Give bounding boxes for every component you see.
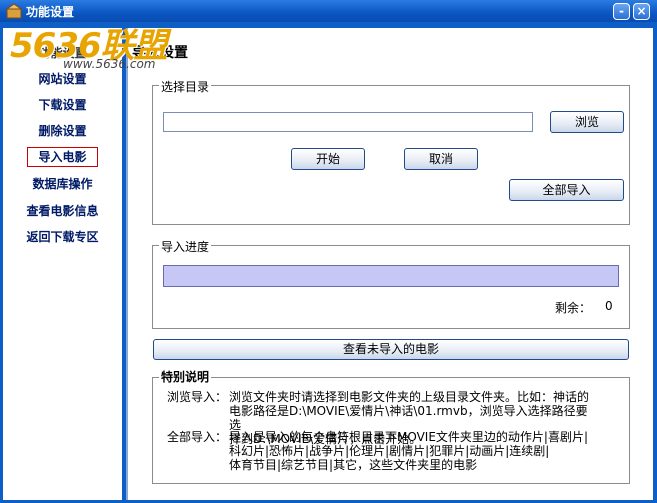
window-title: 功能设置 <box>26 5 75 19</box>
import-progress-group: 导入进度 剩余： 0 <box>152 238 630 329</box>
remaining-label: 剩余： <box>555 301 592 315</box>
view-unimported-movies-button[interactable]: 查看未导入的电影 <box>153 339 629 360</box>
sidebar-item-back-to-downloads[interactable]: 返回下载专区 <box>3 228 122 245</box>
select-directory-group: 选择目录 浏览 开始 取消 全部导入 <box>152 78 630 225</box>
minimize-button[interactable]: - <box>613 3 630 20</box>
special-notes-legend: 特别说明 <box>159 370 212 384</box>
remaining-value: 0 <box>605 299 613 313</box>
main-panel: 导入设置 选择目录 浏览 开始 取消 全部导入 导入进度 剩余： 0 查看未导入… <box>126 28 653 500</box>
start-button[interactable]: 开始 <box>291 148 365 170</box>
sidebar-item-website-settings[interactable]: 网站设置 <box>3 70 122 87</box>
sidebar-header: 功能设置 <box>38 46 87 60</box>
sidebar-item-view-movie-info[interactable]: 查看电影信息 <box>3 202 122 219</box>
special-notes-group: 特别说明 浏览导入： 浏览文件夹时请选择到电影文件夹的上级目录文件夹。比如：神话… <box>152 370 630 484</box>
browse-button[interactable]: 浏览 <box>550 111 624 133</box>
import-all-note-text: 导入是导入的每个盘符根目录下MOVIE文件夹里边的动作片|喜剧片| 科幻片|恐怖… <box>229 430 589 472</box>
title-bar[interactable]: 功能设置 - × <box>0 0 657 22</box>
select-directory-legend: 选择目录 <box>159 78 212 95</box>
minimize-icon: - <box>619 4 624 18</box>
page-title: 导入设置 <box>132 45 188 61</box>
import-all-button[interactable]: 全部导入 <box>509 179 624 201</box>
directory-path-input[interactable] <box>163 112 533 132</box>
sidebar-item-delete-settings[interactable]: 删除设置 <box>3 122 122 139</box>
close-button[interactable]: × <box>633 3 650 20</box>
app-window: 功能设置 - × 功能设置 网站设置 下载设置 删除设置 导入电影 数据库操作 … <box>0 0 657 503</box>
sidebar: 功能设置 网站设置 下载设置 删除设置 导入电影 数据库操作 查看电影信息 返回… <box>3 28 122 500</box>
close-icon: × <box>636 4 647 18</box>
browse-import-note-label: 浏览导入： <box>167 390 228 404</box>
import-all-note-label: 全部导入： <box>167 430 228 444</box>
import-progress-bar <box>163 265 619 287</box>
app-icon <box>6 3 22 19</box>
import-progress-legend: 导入进度 <box>159 238 212 255</box>
sidebar-item-import-movies[interactable]: 导入电影 <box>3 147 122 167</box>
sidebar-item-download-settings[interactable]: 下载设置 <box>3 96 122 113</box>
cancel-button[interactable]: 取消 <box>404 148 478 170</box>
sidebar-item-database[interactable]: 数据库操作 <box>3 175 122 192</box>
